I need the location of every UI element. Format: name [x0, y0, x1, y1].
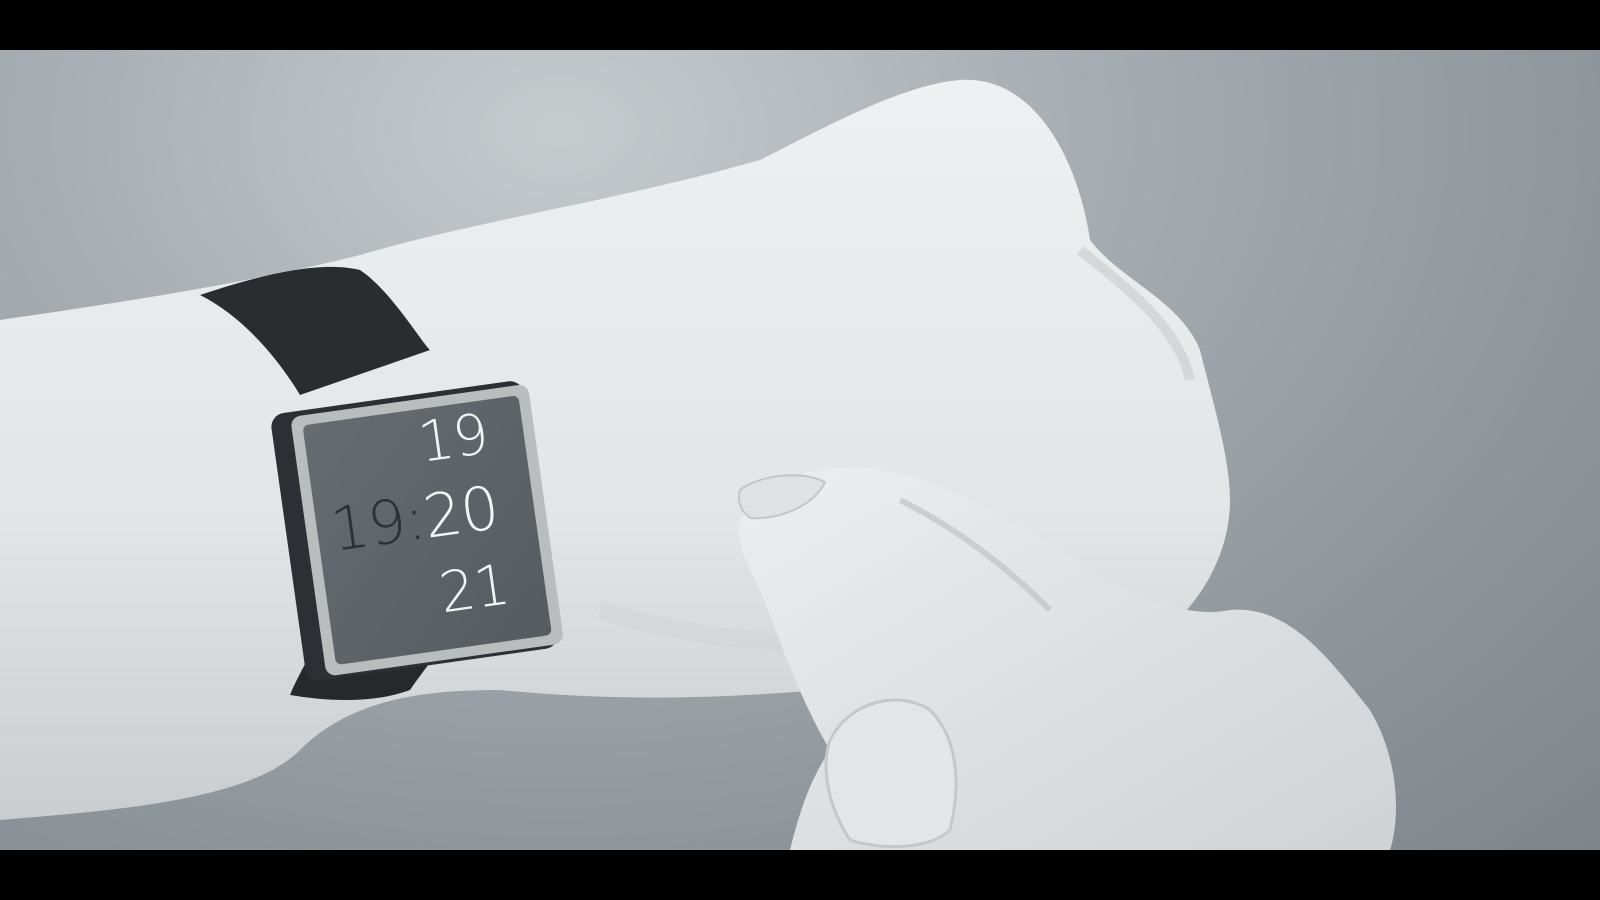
time-minute: 20: [419, 473, 503, 553]
hour-next-label: 21: [435, 552, 514, 627]
hour-prev-label: 19: [414, 401, 492, 476]
photo-scene: 19 19:20 21: [0, 50, 1600, 850]
finger: [824, 698, 958, 848]
scene-illustration: [0, 79, 1396, 850]
video-frame: 19 19:20 21: [0, 0, 1600, 900]
current-time: 19:20: [327, 473, 503, 566]
time-hour: 19: [326, 486, 410, 566]
watch-screen: 19 19:20 21: [315, 388, 535, 642]
